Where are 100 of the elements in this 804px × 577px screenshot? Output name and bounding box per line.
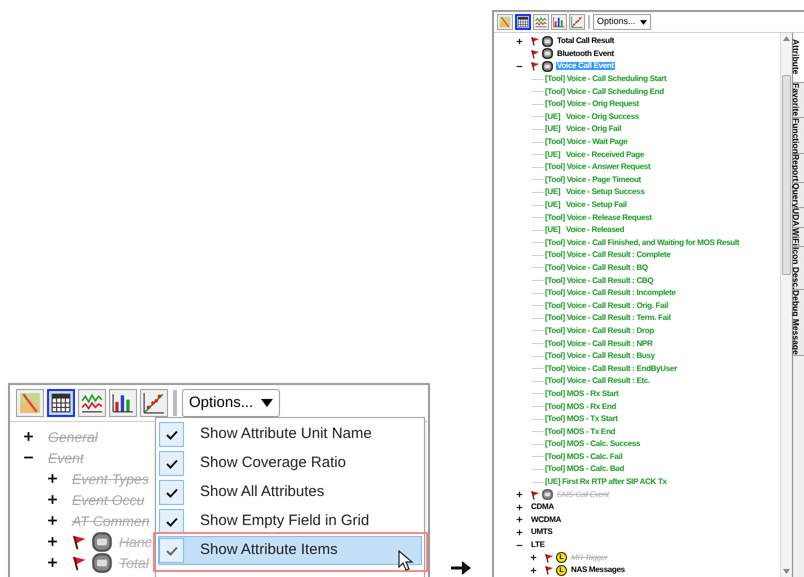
tree-item[interactable]: [Tool] Voice - Call Result : CBQ: [544, 276, 654, 285]
side-tab[interactable]: Report: [793, 154, 804, 183]
tree-item[interactable]: [Tool] MOS - Calc. Fail: [544, 452, 624, 461]
tree-item[interactable]: [UE] Voice - Orig Fail: [544, 125, 622, 134]
flag-icon: [530, 36, 540, 46]
checkbox[interactable]: [159, 538, 184, 563]
tree-item[interactable]: Total Call Result: [556, 37, 615, 46]
check-icon: [166, 516, 178, 526]
tree-item[interactable]: [Tool] Voice - Call Result : BQ: [544, 264, 649, 272]
scroll-up-icon[interactable]: [783, 36, 790, 41]
device-icon: [92, 552, 112, 572]
device-icon: [542, 60, 553, 72]
tree-item[interactable]: [Tool] Voice - Call Result : Incomplete: [544, 289, 677, 298]
flag-icon: [544, 552, 554, 563]
check-icon: [166, 546, 178, 556]
side-tab[interactable]: Function: [793, 118, 804, 154]
expand-icon[interactable]: [516, 528, 523, 536]
toolbar-button[interactable]: [109, 389, 137, 417]
toolbar-button[interactable]: [515, 14, 531, 30]
tree-item[interactable]: [UE] Voice - Released: [544, 226, 626, 234]
expand-icon[interactable]: [530, 566, 537, 574]
map-icon: [499, 16, 511, 28]
expand-icon[interactable]: [516, 38, 523, 45]
tree-item[interactable]: [Tool] Voice - Call Result : Etc.: [544, 377, 651, 386]
options-dropdown[interactable]: Options...: [182, 389, 280, 417]
scrollbar[interactable]: [780, 33, 792, 577]
tree-item[interactable]: [Tool] Voice - Call Result : Complete: [544, 251, 672, 260]
tree-item[interactable]: [Tool] Voice - Call Scheduling End: [544, 88, 665, 96]
tree-item[interactable]: [Tool] MOS - Rx Start: [544, 390, 620, 398]
scrollbar-thumb[interactable]: [782, 75, 791, 275]
expand-icon[interactable]: [516, 504, 523, 511]
checkbox[interactable]: [159, 422, 184, 447]
check-icon: [166, 488, 178, 498]
checkbox[interactable]: [159, 480, 184, 505]
tree-item[interactable]: [Tool] MOS - Tx End: [544, 428, 616, 436]
flag-icon: [530, 61, 540, 72]
tree-item[interactable]: [Tool] Voice - Page Timeout: [544, 176, 642, 184]
menu-item[interactable]: Show All Attributes: [158, 478, 422, 507]
tree-item[interactable]: [UE] Voice - Setup Fail: [544, 201, 628, 210]
side-tab[interactable]: Attribute: [793, 33, 804, 84]
tree-item[interactable]: [Tool] Voice - Call Result : Drop: [544, 326, 655, 335]
tree-item[interactable]: CDMA: [530, 503, 555, 512]
tree-item[interactable]: [Tool] Voice - Call Result : Orig. Fail: [544, 302, 670, 310]
expand-icon[interactable]: [516, 516, 523, 524]
side-tab[interactable]: Query: [793, 182, 804, 208]
side-tab[interactable]: Debug Message: [793, 290, 804, 356]
tree-item[interactable]: Bluetooth Event: [556, 50, 615, 58]
scroll-down-icon[interactable]: [783, 569, 790, 574]
tree-item[interactable]: [UE] First Rx RTP after SIP ACK Tx: [544, 478, 668, 486]
tree-item[interactable]: [UE] Voice - Setup Success: [544, 188, 646, 196]
device-icon: [92, 532, 112, 552]
side-tab[interactable]: WiFi: [793, 228, 804, 247]
flag-icon: [530, 48, 540, 59]
device-icon: [542, 48, 553, 60]
tree-item[interactable]: [Tool] Voice - Call Result : EndByUser: [544, 364, 678, 373]
flag-icon: [71, 534, 87, 550]
tree-item[interactable]: [Tool] Voice - Call Result : Busy: [544, 352, 656, 360]
toolbar-button[interactable]: [551, 14, 567, 30]
flag-icon: [544, 565, 554, 576]
tree-item[interactable]: [Tool] MOS - Calc. Success: [544, 440, 642, 448]
tree-item[interactable]: [Tool] MOS - Calc. Bad: [544, 465, 626, 474]
menu-item[interactable]: Show Coverage Ratio: [158, 449, 422, 478]
menu-item[interactable]: Show Empty Field in Grid: [158, 507, 422, 536]
map-icon: [19, 392, 41, 414]
side-tab[interactable]: Icon Desc.: [793, 246, 804, 290]
tree-item[interactable]: LTE: [530, 541, 546, 550]
scatter-plot-icon: [143, 392, 165, 414]
tree-item[interactable]: [Tool] Voice - Call Result : NPR: [544, 340, 654, 348]
tree-item[interactable]: [Tool] Voice - Call Finished, and Waiting for MOS Result: [544, 238, 740, 247]
toolbar-button[interactable]: [569, 14, 585, 30]
checkbox[interactable]: [159, 509, 184, 534]
tree-item[interactable]: [Tool] Voice - Answer Request: [544, 163, 652, 172]
bar-chart-icon: [553, 16, 565, 28]
tree-item[interactable]: [UE] Voice - Received Page: [544, 150, 646, 159]
side-tab[interactable]: UDA: [793, 208, 804, 228]
options-dropdown[interactable]: Options...: [593, 14, 651, 30]
tree-item[interactable]: [Tool] Voice - Wait Page: [544, 138, 628, 146]
tree-item[interactable]: WCDMA: [530, 516, 562, 524]
menu-item[interactable]: Show Attribute Items: [158, 536, 422, 565]
tree-item[interactable]: [Tool] Voice - Call Result : Term. Fail: [544, 314, 672, 322]
menu-item[interactable]: Show Attribute Unit Name: [158, 420, 422, 449]
tree-item[interactable]: Voice Call Event: [556, 62, 615, 70]
device-icon: [542, 489, 553, 500]
tree-item[interactable]: [Tool] Voice - Release Request: [544, 214, 653, 222]
caret-icon: [261, 399, 274, 407]
tree-item[interactable]: [Tool] Voice - Orig Request: [544, 100, 640, 108]
side-tab[interactable]: Favorite: [793, 83, 804, 118]
flag-icon: [530, 490, 540, 500]
bar-chart-icon: [112, 392, 134, 414]
tree-item[interactable]: [Tool] Voice - Call Scheduling Start: [544, 75, 668, 84]
tree-item[interactable]: [UE] Voice - Orig Success: [544, 112, 640, 121]
tree-item[interactable]: UMTS: [530, 528, 554, 536]
tree-item[interactable]: [Tool] MOS - Tx Start: [544, 415, 619, 424]
toolbar-button[interactable]: [533, 14, 549, 30]
tree-item[interactable]: NAS Messages: [570, 566, 626, 574]
checkbox[interactable]: [159, 451, 184, 476]
caret-icon: [640, 20, 647, 24]
tree-item[interactable]: [Tool] MOS - Rx End: [544, 402, 618, 411]
toolbar-button[interactable]: [47, 389, 75, 417]
toolbar-button[interactable]: [140, 389, 168, 417]
